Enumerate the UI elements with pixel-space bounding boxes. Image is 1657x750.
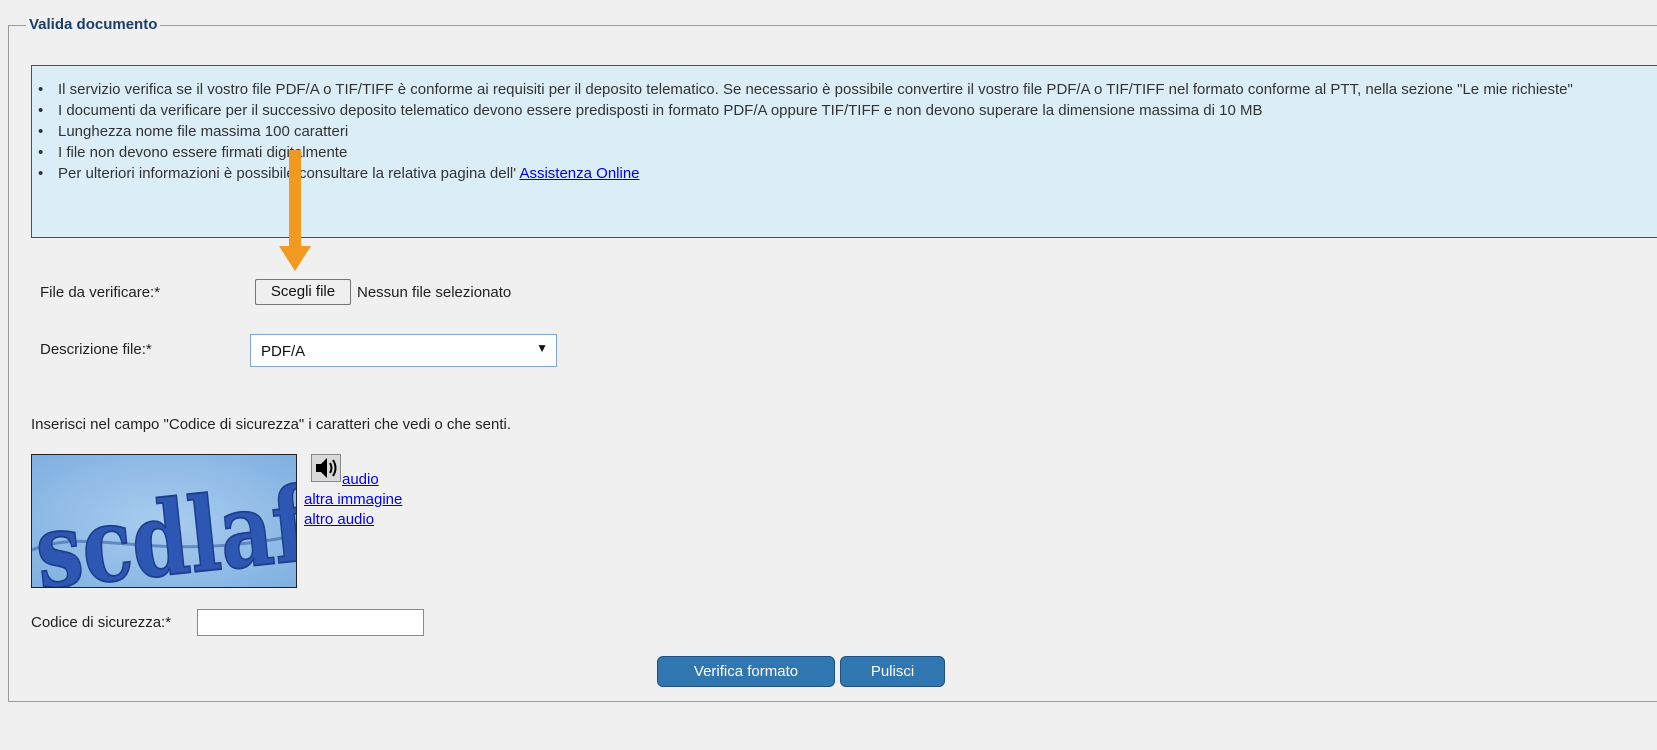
file-label: File da verificare:*	[40, 284, 161, 301]
captcha-image: scdlaftt	[31, 454, 297, 588]
fieldset-legend: Valida documento	[26, 16, 161, 33]
clear-button[interactable]: Pulisci	[840, 656, 945, 687]
speaker-icon[interactable]	[311, 454, 341, 482]
verify-format-button[interactable]: Verifica formato	[657, 656, 835, 687]
info-item: I documenti da verificare per il success…	[32, 100, 1632, 121]
description-selected-value: PDF/A	[261, 343, 306, 360]
description-select[interactable]: PDF/A ▼	[250, 334, 557, 367]
security-code-label: Codice di sicurezza:*	[31, 614, 172, 631]
info-item: Lunghezza nome file massima 100 caratter…	[32, 121, 1632, 142]
chevron-down-icon: ▼	[536, 341, 548, 355]
info-item: Per ulteriori informazioni è possibile c…	[32, 163, 1632, 184]
security-code-input[interactable]	[197, 609, 424, 636]
captcha-graphic: scdlaftt	[32, 455, 296, 587]
info-list: Il servizio verifica se il vostro file P…	[32, 79, 1632, 184]
captcha-instruction: Inserisci nel campo "Codice di sicurezza…	[31, 416, 512, 433]
info-item: I file non devono essere firmati digital…	[32, 142, 1632, 163]
other-audio-link[interactable]: altro audio	[304, 511, 374, 528]
arrow-down-icon	[279, 150, 311, 271]
file-status: Nessun file selezionato	[357, 284, 512, 301]
other-image-link[interactable]: altra immagine	[304, 491, 402, 508]
description-label: Descrizione file:*	[40, 341, 152, 358]
choose-file-button[interactable]: Scegli file	[255, 279, 351, 305]
info-box: Il servizio verifica se il vostro file P…	[31, 65, 1657, 238]
audio-link[interactable]: audio	[342, 471, 379, 488]
info-item: Il servizio verifica se il vostro file P…	[32, 79, 1632, 100]
assistenza-online-link[interactable]: Assistenza Online	[519, 165, 639, 182]
